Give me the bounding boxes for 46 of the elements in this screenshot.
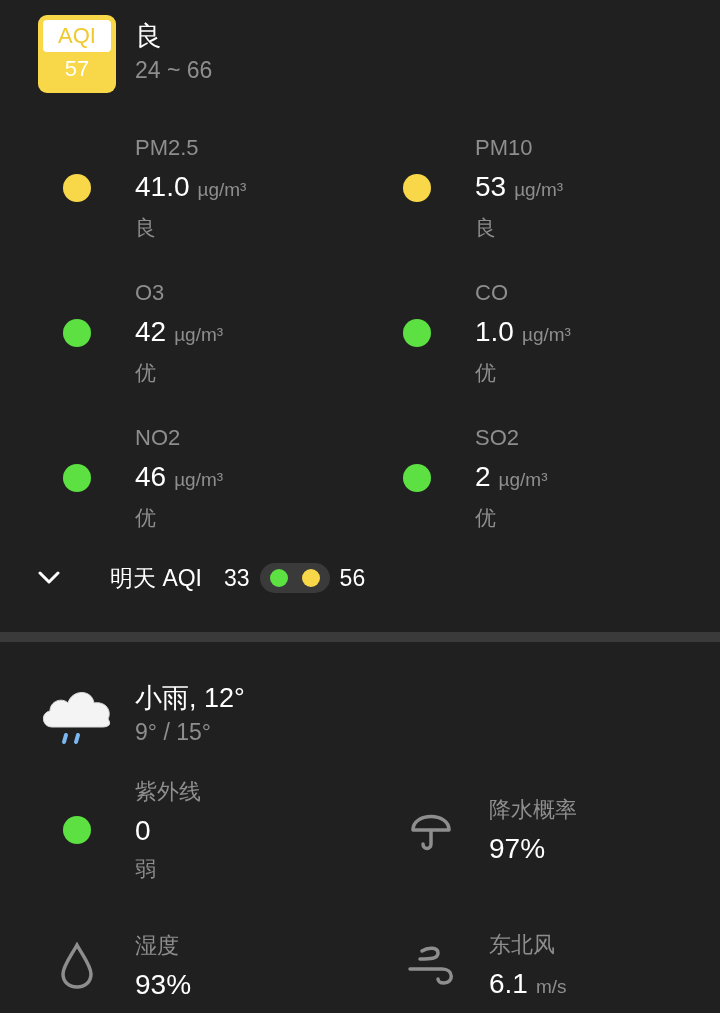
weather-value: 6.1 — [489, 967, 528, 999]
pollutant-level: 良 — [475, 215, 497, 241]
pollutant-value: 46 — [135, 461, 167, 492]
temperature-range: 9° / 15° — [135, 718, 212, 747]
unit-label: µg/m³ — [174, 469, 224, 490]
weather-level: 弱 — [135, 856, 157, 882]
weather-label: 紫外线 — [135, 778, 201, 806]
drop-icon — [59, 942, 95, 990]
pollutant-level: 优 — [135, 505, 157, 531]
weather-value: 97% — [489, 833, 546, 864]
aqi-level: 良 — [135, 20, 163, 53]
pollutant-value: 1.0 — [475, 316, 514, 347]
aqi-range: 24 ~ 66 — [135, 56, 213, 85]
pollutant-value: 53 — [475, 171, 507, 202]
unit-label: µg/m³ — [514, 179, 564, 200]
chevron-icon[interactable] — [38, 571, 60, 585]
pollutant-value: 2 — [475, 461, 491, 492]
pollutant-level: 优 — [475, 505, 497, 531]
weather-condition: 小雨, 12° — [135, 682, 245, 715]
pollutant-name: NO2 — [135, 424, 182, 452]
unit-label: µg/m³ — [521, 324, 571, 345]
tomorrow-label: 明天 AQI — [110, 563, 202, 593]
pollutant-level: 优 — [135, 360, 157, 386]
aqi-value: 57 — [63, 55, 91, 83]
pollutant-level: 良 — [135, 215, 157, 241]
pollutant-level: 优 — [475, 360, 497, 386]
weather-value: 93% — [135, 969, 192, 1000]
tomorrow-low: 33 — [224, 563, 250, 593]
weather-label: 湿度 — [135, 932, 180, 960]
weather-label: 降水概率 — [489, 796, 577, 824]
unit-label: µg/m³ — [174, 324, 224, 345]
weather-value: 0 — [135, 815, 151, 846]
pollutant-name: PM10 — [475, 134, 534, 162]
tomorrow-high: 56 — [339, 563, 366, 593]
unit-label: µg/m³ — [197, 179, 247, 200]
aqi-label: AQI — [43, 20, 111, 52]
unit-label: µg/m³ — [498, 469, 548, 490]
pollutant-name: PM2.5 — [135, 134, 200, 162]
pollutant-name: O3 — [135, 279, 166, 307]
wind-icon — [408, 945, 454, 987]
unit-label: m/s — [535, 975, 567, 997]
pollutant-name: SO2 — [475, 424, 521, 452]
pollutant-value: 42 — [135, 316, 167, 347]
pollutant-value: 41.0 — [135, 171, 190, 202]
pollutant-name: CO — [475, 279, 509, 307]
weather-label: 东北风 — [489, 930, 556, 959]
